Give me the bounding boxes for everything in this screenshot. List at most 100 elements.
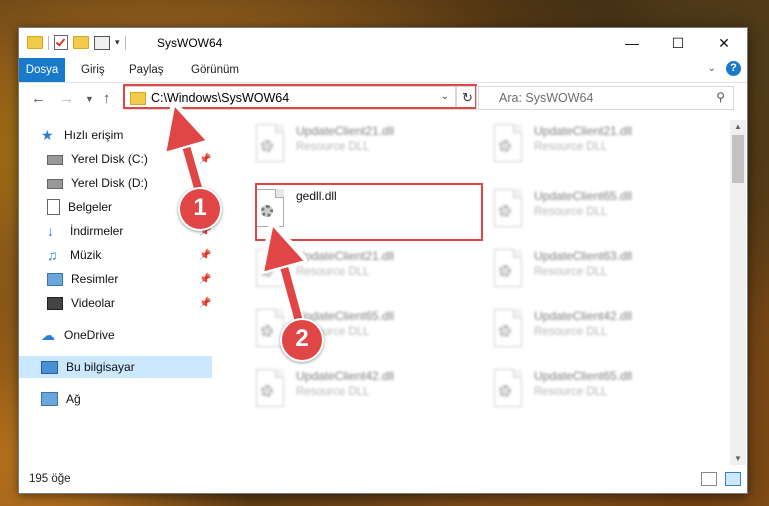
sidebar-item-downloads[interactable]: ↓ İndirmeler	[47, 220, 123, 242]
dll-file-icon	[252, 249, 288, 293]
sidebar-item-network[interactable]: Ağ	[41, 388, 81, 410]
vertical-scrollbar[interactable]: ▲ ▼	[730, 120, 746, 465]
search-icon[interactable]: ⚲	[716, 90, 725, 104]
file-description: Resource DLL	[296, 141, 370, 153]
sidebar-item-local-disk-d[interactable]: Yerel Disk (D:)	[47, 172, 148, 194]
pin-icon[interactable]: 📌	[199, 250, 211, 261]
sidebar-item-pictures[interactable]: Resimler	[47, 268, 118, 290]
sidebar-item-local-disk-c[interactable]: Yerel Disk (C:)	[47, 148, 148, 170]
maximize-button[interactable]: ☐	[655, 28, 701, 58]
dll-file-icon	[252, 124, 288, 168]
sidebar-item-label: Yerel Disk (C:)	[71, 152, 148, 166]
address-bar[interactable]: C:\Windows\SysWOW64 ⌄	[124, 86, 456, 110]
sidebar-item-label: Resimler	[71, 272, 119, 286]
sidebar-item-this-pc[interactable]: Bu bilgisayar	[19, 356, 212, 378]
pictures-icon	[47, 272, 63, 286]
sidebar-item-label: Müzik	[70, 248, 102, 262]
details-view-icon[interactable]	[701, 472, 717, 486]
separator	[124, 35, 126, 50]
videos-icon	[47, 296, 63, 310]
sidebar-item-label: Yerel Disk (D:)	[71, 176, 148, 190]
sidebar-item-label: Bu bilgisayar	[66, 360, 135, 374]
file-name: UpdateClient42.dll	[534, 309, 633, 323]
sidebar-item-documents[interactable]: Belgeler	[47, 196, 112, 218]
music-icon: ♫	[47, 246, 58, 263]
dll-file-icon	[490, 309, 526, 353]
customize-dropdown-icon[interactable]: ▾	[115, 37, 120, 48]
minimize-button[interactable]: —	[609, 28, 655, 58]
close-button[interactable]: ✕	[701, 28, 747, 58]
file-item[interactable]: UpdateClient21.dll Resource DLL	[244, 245, 464, 301]
file-name: UpdateClient65.dll	[534, 369, 633, 383]
navigation-pane: ★ Hızlı erişim Yerel Disk (C:) 📌 Yerel D…	[19, 120, 213, 465]
ribbon: Dosya Giriş Paylaş Görünüm ⌄ ?	[19, 58, 747, 83]
sidebar-item-label: Belgeler	[68, 200, 113, 214]
file-description: Resource DLL	[534, 386, 608, 398]
tiles-view-icon[interactable]	[725, 472, 741, 486]
file-name: UpdateClient21.dll	[534, 124, 633, 138]
pin-icon[interactable]: 📌	[199, 298, 211, 309]
file-item[interactable]: UpdateClient42.dll Resource DLL	[244, 365, 464, 421]
documents-icon	[47, 199, 60, 215]
file-name: UpdateClient21.dll	[296, 124, 395, 138]
properties-check-icon[interactable]	[54, 35, 68, 50]
file-item[interactable]: UpdateClient65.dll Resource DLL	[482, 365, 702, 421]
sidebar-item-quick-access[interactable]: ★ Hızlı erişim	[41, 124, 123, 146]
file-description: Resource DLL	[296, 266, 370, 278]
file-description: Resource DLL	[534, 206, 608, 218]
explorer-window: ▾ SysWOW64 — ☐ ✕ Dosya Giriş Paylaş Görü…	[18, 27, 748, 494]
ribbon-right: ⌄ ?	[708, 61, 741, 76]
dll-file-icon	[252, 369, 288, 413]
file-item[interactable]: UpdateClient42.dll Resource DLL	[482, 305, 702, 361]
sidebar-item-videos[interactable]: Videolar	[47, 292, 115, 314]
dll-file-icon	[490, 124, 526, 168]
tab-gorunum[interactable]: Görünüm	[191, 58, 239, 82]
separator	[48, 35, 49, 50]
star-icon: ★	[41, 126, 54, 143]
file-item[interactable]: UpdateClient63.dll Resource DLL	[482, 245, 702, 301]
recent-locations-icon[interactable]: ▼	[85, 94, 94, 104]
tab-paylas[interactable]: Paylaş	[129, 58, 164, 82]
address-path[interactable]: C:\Windows\SysWOW64	[151, 91, 289, 105]
scrollbar-thumb[interactable]	[732, 135, 744, 183]
scroll-up-icon[interactable]: ▲	[734, 122, 742, 131]
dll-file-icon	[490, 189, 526, 233]
file-item[interactable]: UpdateClient65.dll Resource DLL	[482, 185, 702, 241]
download-icon: ↓	[47, 222, 54, 239]
back-arrow-icon[interactable]: ←	[31, 90, 46, 107]
sidebar-item-onedrive[interactable]: ☁ OneDrive	[41, 324, 115, 346]
item-count: 195 öğe	[29, 473, 71, 485]
file-description: Resource DLL	[534, 141, 608, 153]
search-box[interactable]: Ara: SysWOW64 ⚲	[476, 86, 734, 110]
tab-dosya[interactable]: Dosya	[19, 58, 65, 82]
drive-icon	[47, 179, 63, 189]
list-icon[interactable]	[94, 35, 110, 50]
file-item[interactable]: UpdateClient65.dll Resource DLL	[244, 305, 464, 361]
tab-giris[interactable]: Giriş	[81, 58, 105, 82]
pin-icon[interactable]: 📌	[199, 274, 211, 285]
help-icon[interactable]: ?	[726, 61, 741, 76]
file-list: UpdateClient21.dll Resource DLL UpdateCl…	[214, 120, 730, 465]
file-item[interactable]: UpdateClient21.dll Resource DLL	[244, 120, 464, 176]
computer-icon	[41, 360, 58, 374]
new-folder-icon[interactable]	[73, 36, 89, 49]
folder-icon	[130, 92, 146, 105]
pin-icon[interactable]: 📌	[199, 154, 211, 165]
step-badge-2: 2	[280, 318, 324, 362]
search-placeholder[interactable]: Ara: SysWOW64	[499, 91, 593, 105]
sidebar-item-music[interactable]: ♫ Müzik	[47, 244, 101, 266]
expand-ribbon-icon[interactable]: ⌄	[708, 63, 716, 74]
file-name: UpdateClient21.dll	[296, 249, 395, 263]
file-item-gedll[interactable]: gedll.dll	[244, 185, 464, 241]
up-arrow-icon[interactable]: ↑	[103, 90, 111, 107]
address-dropdown-icon[interactable]: ⌄	[441, 91, 449, 102]
file-name: UpdateClient42.dll	[296, 369, 395, 383]
file-item[interactable]: UpdateClient21.dll Resource DLL	[482, 120, 702, 176]
status-bar: 195 öğe	[19, 468, 747, 492]
forward-arrow-icon[interactable]: →	[59, 90, 74, 107]
sidebar-item-label: Ağ	[66, 392, 81, 406]
sidebar-item-label: İndirmeler	[70, 224, 124, 238]
scroll-down-icon[interactable]: ▼	[734, 454, 742, 463]
sidebar-item-label: Hızlı erişim	[64, 128, 124, 142]
file-name: UpdateClient63.dll	[534, 249, 633, 263]
